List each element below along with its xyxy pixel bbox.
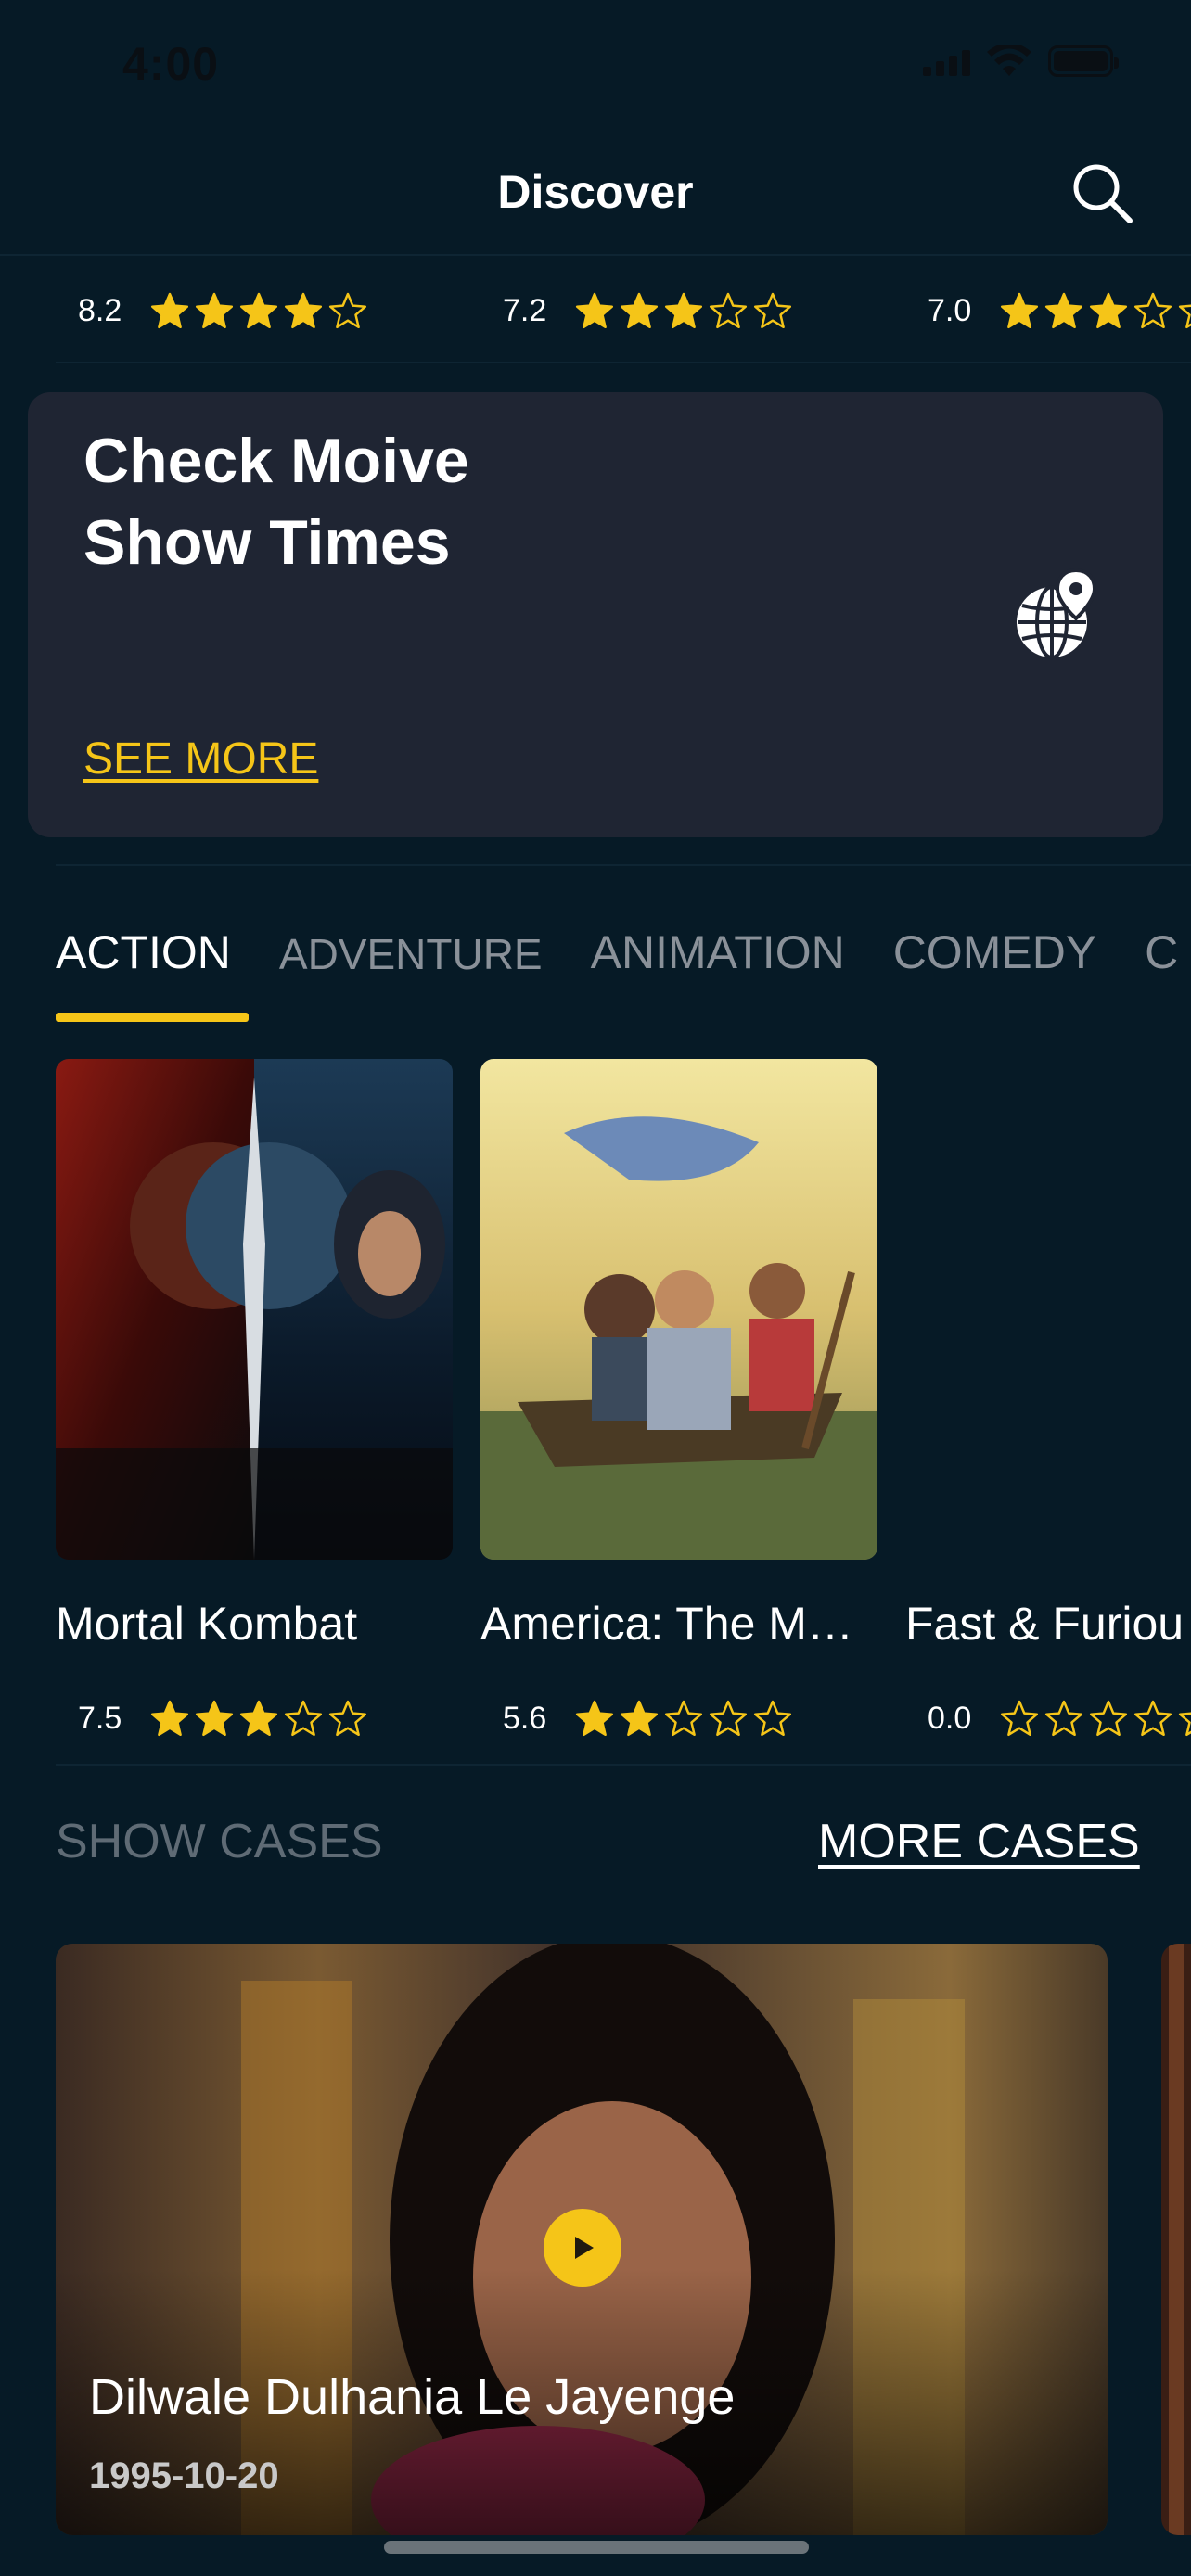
star-empty-icon	[1089, 1700, 1128, 1737]
battery-icon	[1048, 45, 1119, 77]
nav-divider	[0, 254, 1191, 256]
play-button[interactable]	[544, 2209, 621, 2287]
star-rating	[1000, 291, 1191, 330]
tab-adventure[interactable]: ADVENTURE	[279, 929, 543, 979]
star-empty-icon	[753, 292, 792, 329]
section-divider	[56, 1764, 1191, 1766]
star-filled-icon	[150, 292, 189, 329]
movie-poster[interactable]	[56, 1059, 453, 1560]
tab-animation[interactable]: ANIMATION	[591, 925, 845, 979]
see-more-link[interactable]: SEE MORE	[83, 733, 318, 784]
star-empty-icon	[284, 1700, 323, 1737]
star-rating	[575, 291, 792, 330]
star-filled-icon	[575, 292, 614, 329]
star-empty-icon	[1133, 292, 1172, 329]
globe-location-icon	[1017, 568, 1097, 659]
search-button[interactable]	[1067, 158, 1137, 228]
more-cases-link[interactable]: MORE CASES	[818, 1814, 1140, 1869]
carousel-rating-3: 7.0	[928, 291, 1191, 330]
play-icon	[575, 2237, 594, 2259]
poster-image	[480, 1059, 877, 1560]
movie-title[interactable]: Fast & Furiou	[905, 1597, 1191, 1651]
movie-poster[interactable]	[480, 1059, 877, 1560]
page-title: Discover	[497, 166, 694, 218]
genre-tabs: ACTION ADVENTURE ANIMATION COMEDY C	[56, 925, 1191, 979]
wifi-icon	[987, 45, 1031, 76]
star-filled-icon	[1089, 292, 1128, 329]
star-empty-icon	[709, 1700, 748, 1737]
home-indicator	[384, 2541, 809, 2554]
tab-action[interactable]: ACTION	[56, 925, 231, 979]
star-filled-icon	[239, 1700, 278, 1737]
showtimes-title: Check Moive Show Times	[83, 426, 469, 578]
tab-comedy[interactable]: COMEDY	[893, 925, 1096, 979]
rating-value: 0.0	[928, 1700, 972, 1736]
status-icons	[923, 45, 1119, 78]
star-rating	[150, 291, 367, 330]
showcase-title: Dilwale Dulhania Le Jayenge	[89, 2369, 736, 2425]
star-empty-icon	[1133, 1700, 1172, 1737]
star-filled-icon	[620, 1700, 659, 1737]
status-time: 4:00	[122, 38, 220, 90]
star-filled-icon	[664, 292, 703, 329]
star-filled-icon	[575, 1700, 614, 1737]
star-filled-icon	[620, 292, 659, 329]
showcase-image	[1161, 1944, 1191, 2535]
star-empty-icon	[328, 1700, 367, 1737]
rating-value: 7.2	[503, 292, 547, 328]
movie-rating: 5.6	[503, 1699, 792, 1738]
tab-more[interactable]: C	[1145, 925, 1178, 979]
star-filled-icon	[239, 292, 278, 329]
carousel-rating-1: 8.2	[78, 291, 367, 330]
star-rating	[150, 1699, 367, 1738]
movie-rating: 7.5	[78, 1699, 367, 1738]
showcase-card-next[interactable]	[1161, 1944, 1191, 2535]
star-filled-icon	[195, 292, 234, 329]
active-tab-indicator	[56, 1013, 249, 1022]
star-empty-icon	[328, 292, 367, 329]
showtimes-card[interactable]: Check Moive Show Times SEE MORE	[28, 392, 1163, 837]
star-empty-icon	[753, 1700, 792, 1737]
star-filled-icon	[284, 292, 323, 329]
rating-value: 8.2	[78, 292, 122, 328]
star-filled-icon	[150, 1700, 189, 1737]
star-filled-icon	[1044, 292, 1083, 329]
section-divider	[56, 362, 1191, 363]
showcase-card[interactable]: Dilwale Dulhania Le Jayenge 1995-10-20	[56, 1944, 1108, 2535]
star-empty-icon	[1178, 1712, 1191, 1737]
star-empty-icon	[664, 1700, 703, 1737]
poster-image	[56, 1059, 453, 1560]
rating-value: 7.5	[78, 1700, 122, 1736]
show-cases-label: SHOW CASES	[56, 1815, 383, 1868]
star-filled-icon	[1000, 292, 1039, 329]
movie-rating: 0.0	[928, 1699, 1191, 1738]
section-divider	[56, 864, 1191, 866]
star-empty-icon	[1178, 304, 1191, 329]
star-empty-icon	[1000, 1700, 1039, 1737]
rating-value: 7.0	[928, 292, 972, 328]
search-icon	[1073, 164, 1133, 223]
showcase-date: 1995-10-20	[89, 2455, 279, 2496]
carousel-rating-2: 7.2	[503, 291, 792, 330]
star-rating	[1000, 1699, 1191, 1738]
star-empty-icon	[709, 292, 748, 329]
star-rating	[575, 1699, 792, 1738]
rating-value: 5.6	[503, 1700, 547, 1736]
star-empty-icon	[1044, 1700, 1083, 1737]
movie-title[interactable]: Mortal Kombat	[56, 1597, 455, 1651]
cellular-signal-icon	[923, 46, 970, 76]
star-filled-icon	[195, 1700, 234, 1737]
movie-title[interactable]: America: The M…	[480, 1597, 879, 1651]
